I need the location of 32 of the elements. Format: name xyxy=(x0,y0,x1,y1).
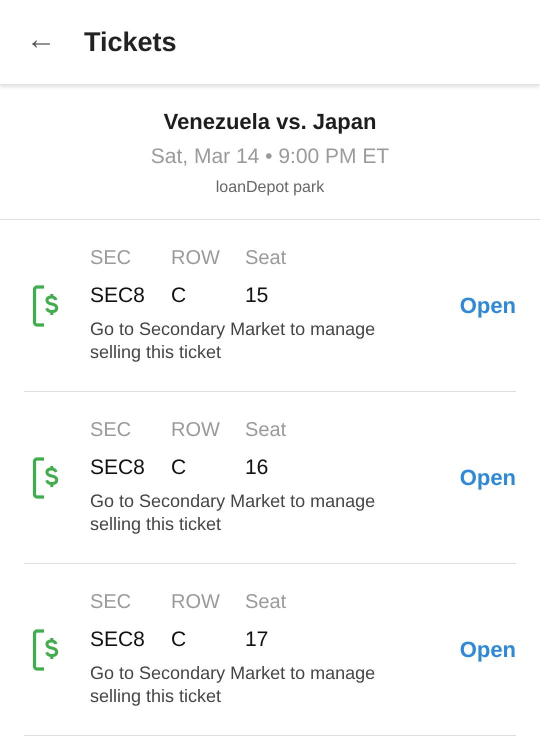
dollar-phone-icon xyxy=(32,284,60,328)
seat-value: C xyxy=(171,628,188,652)
seat-value: 15 xyxy=(245,284,270,308)
seat-value: C xyxy=(171,284,188,308)
screen-title: Tickets xyxy=(84,26,177,58)
column-label: SEC xyxy=(90,247,132,270)
seat-value: SEC8 xyxy=(90,628,146,652)
seat-value: 17 xyxy=(245,628,270,652)
seat-value: SEC8 xyxy=(90,284,146,308)
dollar-phone-icon xyxy=(32,456,60,500)
open-button[interactable]: Open xyxy=(460,464,516,490)
dollar-phone-icon xyxy=(32,628,60,672)
seat-value: SEC8 xyxy=(90,456,146,480)
seat-value: 16 xyxy=(245,456,270,480)
column-label: SEC xyxy=(90,419,132,442)
ticket-note: Go to Secondary Market to manage selling this ticket xyxy=(90,318,376,364)
column-label: ROW xyxy=(171,419,221,442)
event-venue: loanDepot park xyxy=(216,179,324,197)
column-label: ROW xyxy=(171,591,221,614)
open-button[interactable]: Open xyxy=(460,636,516,662)
column-label: Seat xyxy=(245,591,288,614)
column-label: SEC xyxy=(90,591,132,614)
column-label: Seat xyxy=(245,247,288,270)
event-title: Venezuela vs. Japan xyxy=(164,109,376,135)
seat-value: C xyxy=(171,456,188,480)
ticket-note: Go to Secondary Market to manage selling this ticket xyxy=(90,490,376,536)
column-label: Seat xyxy=(245,419,288,442)
open-button[interactable]: Open xyxy=(460,292,516,318)
event-datetime: Sat, Mar 14 • 9:00 PM ET xyxy=(150,145,390,169)
column-label: ROW xyxy=(171,247,221,270)
ticket-note: Go to Secondary Market to manage selling this ticket xyxy=(90,662,376,708)
back-button[interactable]: ← xyxy=(26,25,56,55)
